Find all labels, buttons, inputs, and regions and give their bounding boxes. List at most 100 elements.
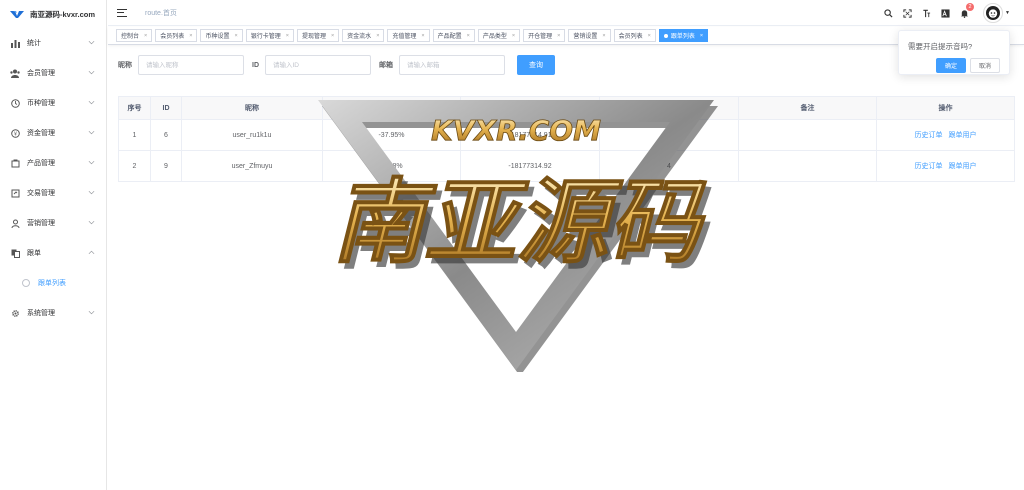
sidebar-item-label: 系统管理: [27, 310, 55, 317]
tag-item[interactable]: 产品类型 ×: [477, 29, 521, 42]
email-input[interactable]: [399, 55, 505, 75]
close-icon[interactable]: ×: [557, 33, 560, 39]
cell-profit: -37.8%: [322, 150, 461, 182]
follower-users-link[interactable]: 跟单用户: [948, 132, 976, 139]
cell-total: -18177314.92: [460, 150, 600, 182]
cancel-button[interactable]: 取消: [970, 58, 1000, 73]
tag-item[interactable]: 银行卡管理 ×: [245, 29, 294, 42]
close-icon[interactable]: ×: [331, 33, 334, 39]
close-icon[interactable]: ×: [602, 33, 605, 39]
cell-remark: [738, 119, 877, 151]
tag-item[interactable]: 资金流水 ×: [342, 29, 385, 42]
sidebar-item-label: 产品管理: [27, 160, 55, 167]
close-icon[interactable]: ×: [467, 33, 470, 39]
follower-users-link[interactable]: 跟单用户: [948, 163, 976, 170]
close-icon[interactable]: ×: [286, 33, 289, 39]
tag-item[interactable]: 跟单列表 ×: [658, 29, 709, 42]
col-header: 昵称: [181, 96, 323, 120]
caret-down-icon[interactable]: ▼: [1005, 10, 1010, 16]
tag-item[interactable]: 提现管理 ×: [296, 29, 340, 42]
confirm-button[interactable]: 确定: [936, 58, 966, 73]
breadcrumb[interactable]: route.首页: [145, 8, 177, 18]
col-header: ID: [150, 96, 182, 120]
font-size-icon[interactable]: [917, 4, 935, 22]
sidebar-item-trades[interactable]: 交易管理: [0, 178, 106, 208]
close-icon[interactable]: ×: [700, 33, 703, 39]
tag-item[interactable]: 产品配置 ×: [432, 29, 475, 42]
avatar[interactable]: [983, 3, 1004, 23]
tag-item[interactable]: 营销设置 ×: [568, 29, 611, 42]
close-icon[interactable]: ×: [421, 33, 424, 39]
chart-icon: [10, 38, 20, 48]
nickname-input[interactable]: [138, 55, 244, 75]
sidebar-item-members[interactable]: 会员管理: [0, 58, 106, 88]
close-icon[interactable]: ×: [376, 33, 379, 39]
sidebar-item-marketing[interactable]: 营销管理: [0, 208, 106, 238]
chevron-down-icon: [88, 40, 95, 45]
sidebar-item-stats[interactable]: 统计: [0, 28, 106, 58]
sidebar-item-label: 资金管理: [27, 130, 55, 137]
id-input[interactable]: [265, 55, 371, 75]
tag-item[interactable]: 会员列表 ×: [613, 29, 656, 42]
search-button[interactable]: 查询: [517, 55, 555, 75]
coin-icon: [10, 98, 20, 108]
hamburger-icon[interactable]: [117, 8, 127, 17]
money-icon: ¥: [10, 128, 20, 138]
sidebar-subitem-copy-list[interactable]: 跟单列表: [0, 268, 106, 298]
close-icon[interactable]: ×: [144, 33, 147, 39]
tag-label: 开仓管理: [528, 34, 553, 40]
cell-profit: -37.95%: [322, 119, 461, 151]
close-icon[interactable]: ×: [189, 33, 192, 39]
chevron-up-icon: [88, 250, 95, 255]
sidebar-item-label: 营销管理: [27, 220, 55, 227]
tag-item[interactable]: 充值管理 ×: [387, 29, 430, 42]
chevron-down-icon: [88, 70, 95, 75]
translate-icon[interactable]: [936, 4, 954, 22]
sidebar-item-funds[interactable]: ¥ 资金管理: [0, 118, 106, 148]
fullscreen-icon[interactable]: [898, 4, 916, 22]
table-header-row: 序号 ID 昵称 收益 总收益 跟单用户 备注 操作: [118, 96, 1015, 120]
cell-index: 2: [118, 150, 151, 182]
close-icon[interactable]: ×: [512, 33, 515, 39]
svg-text:¥: ¥: [13, 131, 16, 137]
tag-item[interactable]: 会员列表 ×: [155, 29, 198, 42]
cell-actions: 历史订单 跟单用户: [876, 150, 1015, 182]
sidebar-menu: 统计 会员管理 币种管理 ¥ 资金管理 产品管理 交易管理 营销管理 跟单 跟单…: [0, 28, 106, 328]
history-orders-link[interactable]: 历史订单: [915, 163, 943, 170]
tag-label: 充值管理: [392, 34, 417, 40]
col-header: 备注: [738, 96, 877, 120]
bell-icon[interactable]: 2: [955, 3, 975, 22]
tag-item[interactable]: 币种设置 ×: [200, 29, 243, 42]
tag-label: 产品类型: [482, 34, 507, 40]
sidebar-item-currency[interactable]: 币种管理: [0, 88, 106, 118]
tag-label: 跟单列表: [670, 34, 695, 40]
users-icon: [10, 68, 20, 78]
tag-label: 营销设置: [573, 34, 598, 40]
sidebar-item-products[interactable]: 产品管理: [0, 148, 106, 178]
sound-prompt-popover: 需要开启提示音吗? 确定 取消: [898, 30, 1010, 75]
chevron-down-icon: [88, 100, 95, 105]
sidebar-subitem-label: 跟单列表: [38, 280, 66, 287]
cell-id: 9: [150, 150, 182, 182]
history-orders-link[interactable]: 历史订单: [915, 132, 943, 139]
cell-remark: [738, 150, 877, 182]
sidebar-item-system[interactable]: 系统管理: [0, 298, 106, 328]
cell-nickname: user_Zfmuyu: [181, 150, 323, 182]
close-icon[interactable]: ×: [234, 33, 237, 39]
search-icon[interactable]: [879, 4, 897, 22]
copy-trade-table: 序号 ID 昵称 收益 总收益 跟单用户 备注 操作 1 6 user_ru1k…: [118, 96, 1015, 182]
col-header: 收益: [322, 96, 461, 120]
col-header: 跟单用户: [599, 96, 739, 120]
col-header: 序号: [118, 96, 151, 120]
tag-item[interactable]: 开仓管理 ×: [523, 29, 566, 42]
tag-label: 会员列表: [160, 34, 185, 40]
cell-total: -18177314.91: [460, 119, 600, 151]
tag-label: 会员列表: [618, 34, 643, 40]
sidebar-item-label: 交易管理: [27, 190, 55, 197]
sidebar: 南亚源码-kvxr.com 统计 会员管理 币种管理 ¥ 资金管理 产品管理 交…: [0, 0, 107, 490]
sidebar-item-copy-trading[interactable]: 跟单: [0, 238, 106, 268]
close-icon[interactable]: ×: [648, 33, 651, 39]
logo[interactable]: 南亚源码-kvxr.com: [0, 0, 106, 28]
tag-item[interactable]: 控制台 ×: [116, 29, 153, 42]
chevron-down-icon: [88, 190, 95, 195]
